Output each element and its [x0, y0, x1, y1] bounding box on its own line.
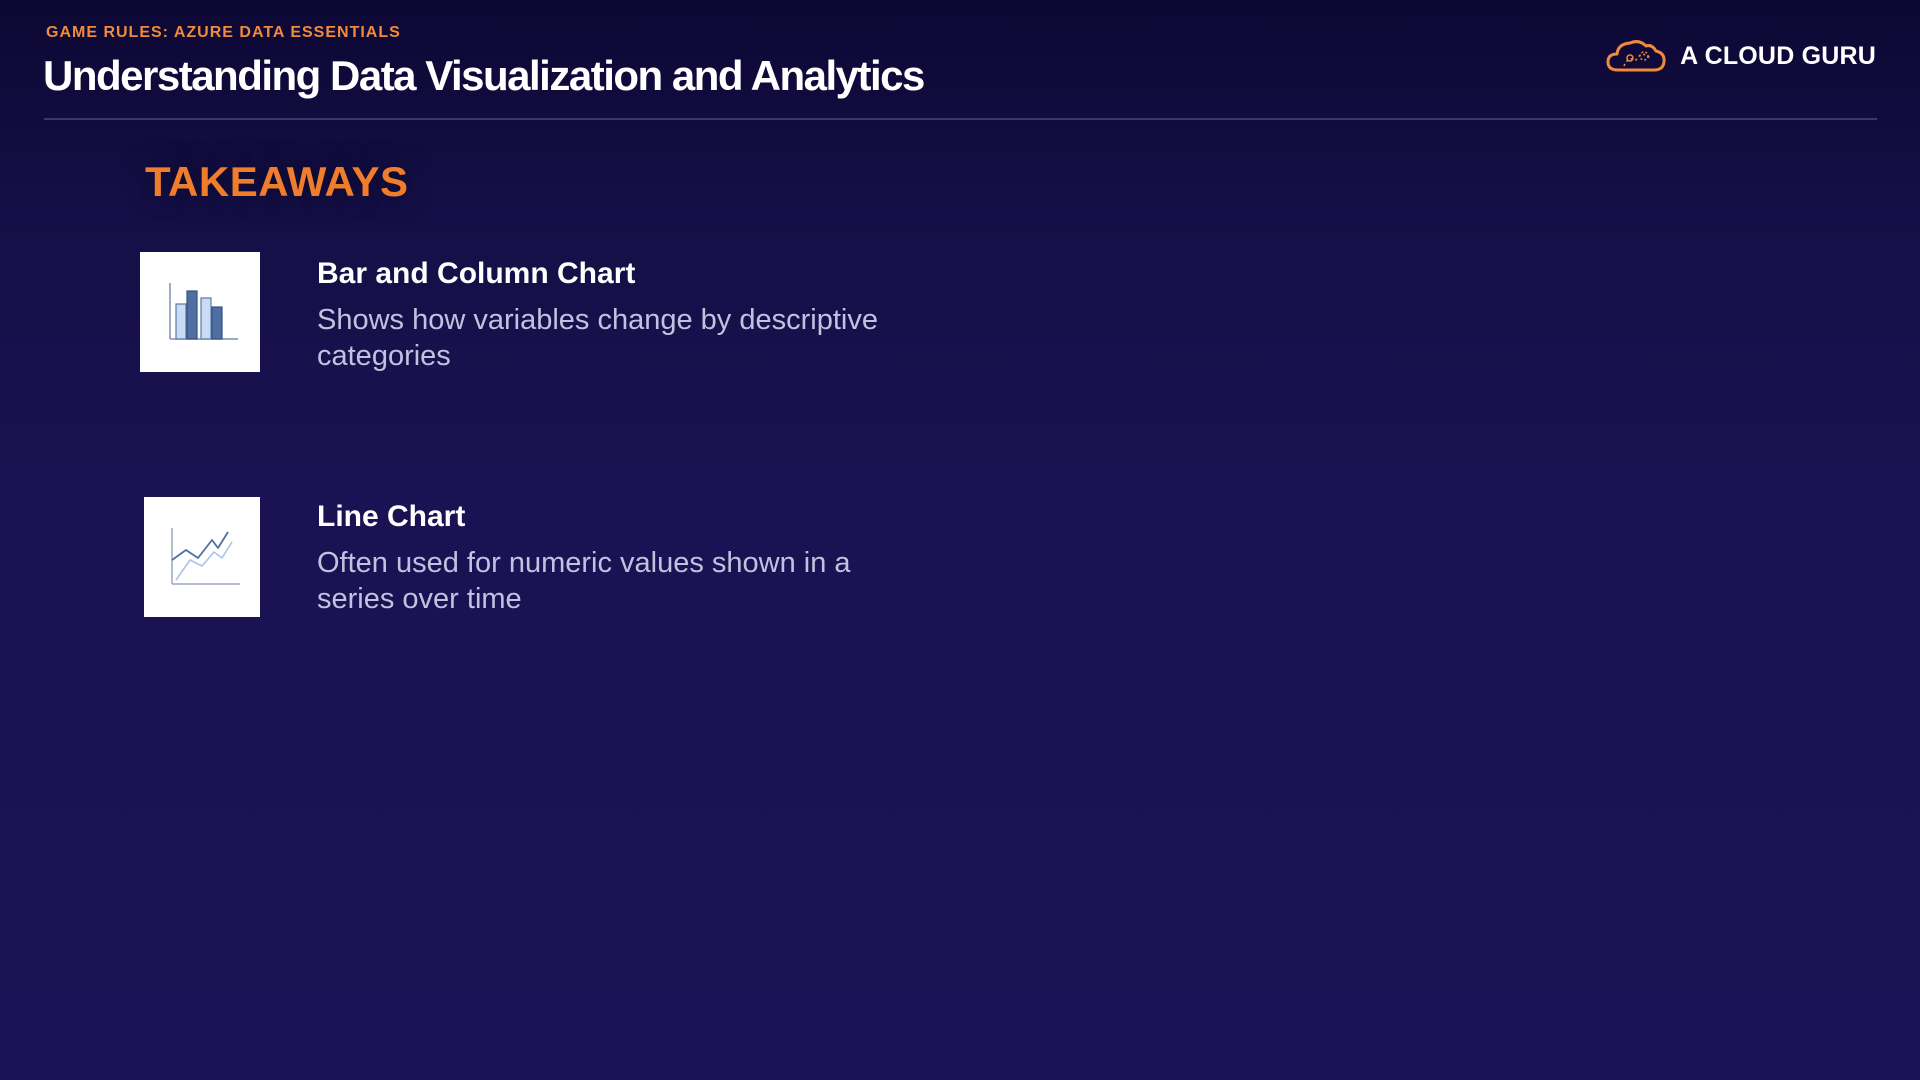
- bar-chart-icon: [169, 283, 238, 340]
- course-label: GAME RULES: AZURE DATA ESSENTIALS: [46, 24, 401, 41]
- brand-logo: A CLOUD GURU: [1604, 36, 1876, 76]
- header-divider: [44, 118, 1877, 120]
- takeaway-description: Shows how variables change by descriptiv…: [317, 304, 878, 372]
- takeaway-title: Bar and Column Chart: [317, 257, 636, 290]
- slide-header: GAME RULES: AZURE DATA ESSENTIALS Unders…: [0, 0, 1920, 122]
- line-chart-card: [144, 497, 260, 617]
- brand-name: A CLOUD GURU: [1680, 41, 1876, 70]
- takeaway-description: Often used for numeric values shown in a…: [317, 547, 851, 615]
- bar-chart-card: [140, 252, 260, 372]
- line-chart-icon: [171, 528, 240, 585]
- cloud-logo-icon: [1606, 40, 1666, 72]
- section-heading: TAKEAWAYS: [145, 158, 409, 205]
- takeaway-title: Line Chart: [317, 500, 466, 533]
- page-title: Understanding Data Visualization and Ana…: [43, 52, 925, 99]
